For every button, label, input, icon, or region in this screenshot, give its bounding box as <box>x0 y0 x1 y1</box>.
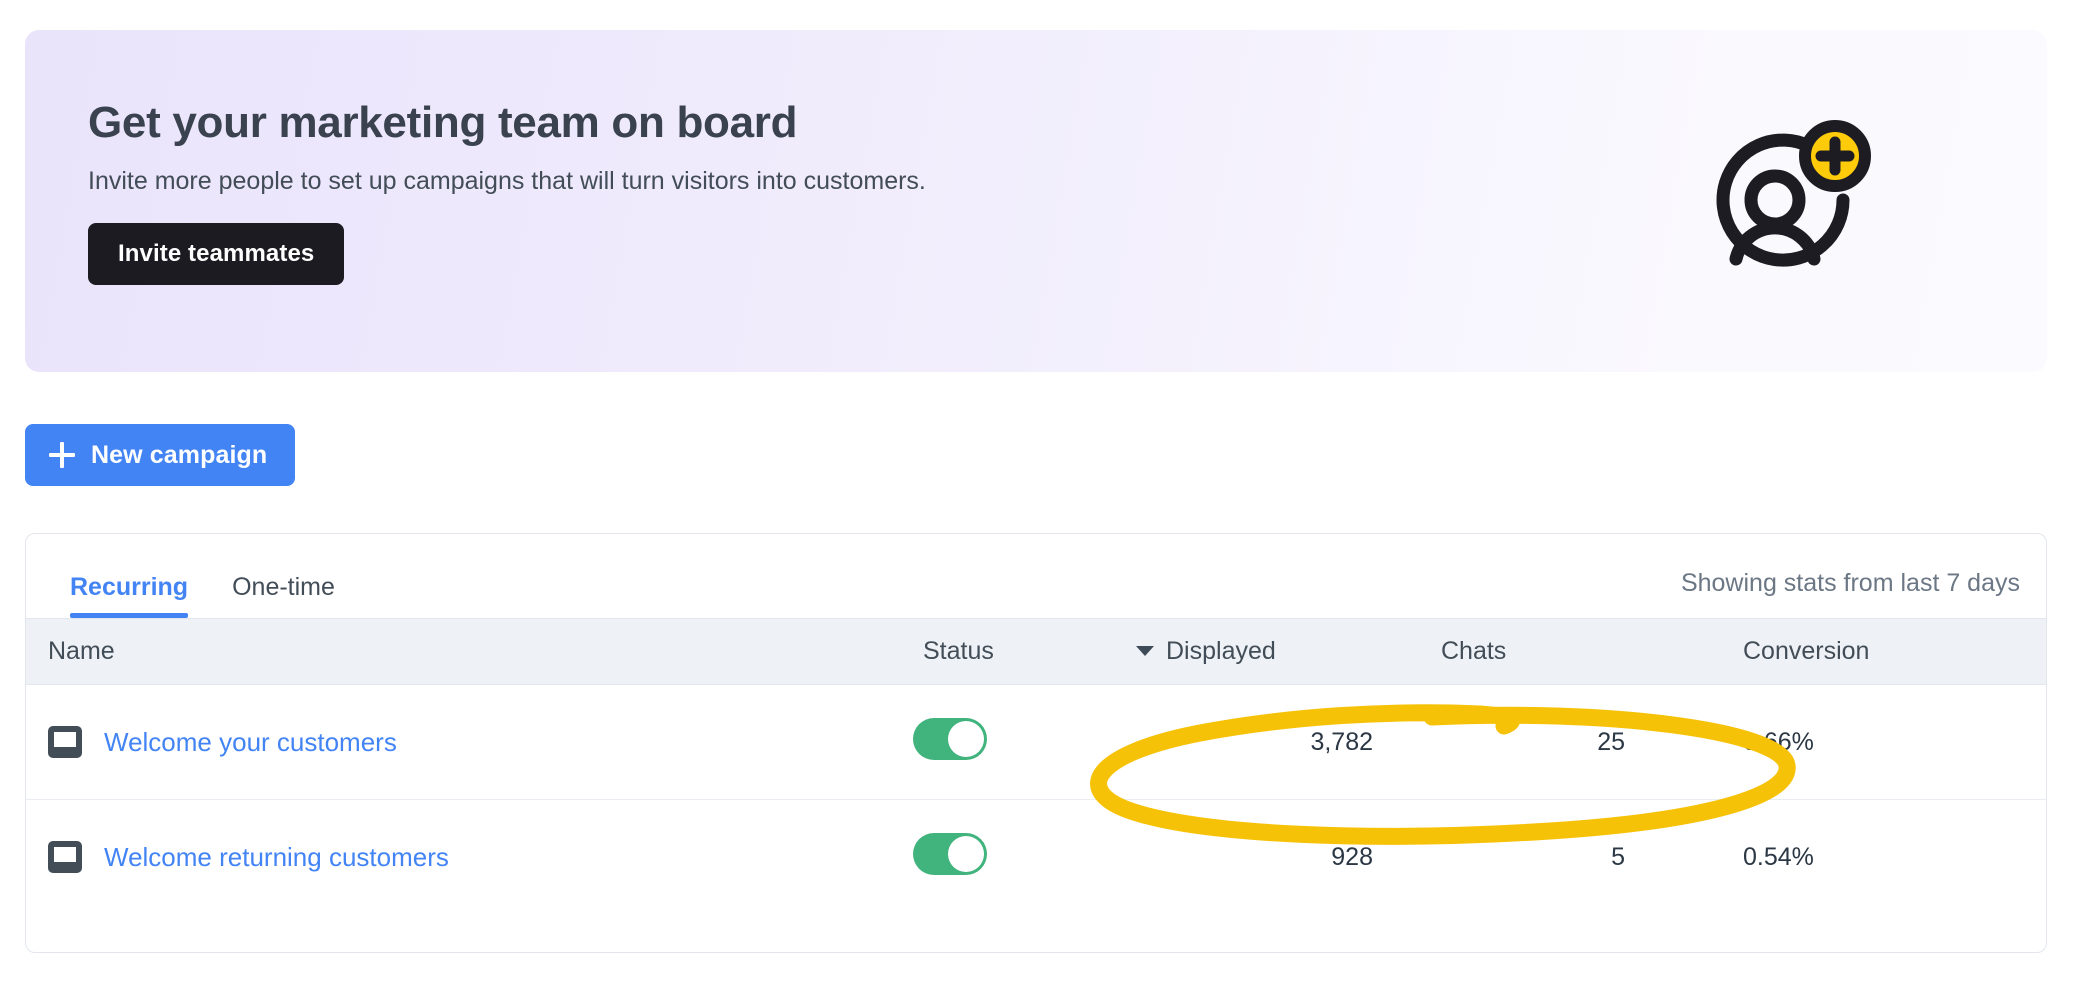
caret-down-icon <box>1136 646 1154 656</box>
campaign-name-cell: Welcome returning customers <box>26 800 921 915</box>
promo-text-block: Get your marketing team on board Invite … <box>88 98 1288 285</box>
campaign-status-cell <box>921 800 1136 915</box>
column-header-displayed[interactable]: Displayed <box>1136 619 1441 685</box>
tab-one-time[interactable]: One-time <box>210 575 357 618</box>
column-header-conversion[interactable]: Conversion <box>1681 619 2046 685</box>
new-campaign-label: New campaign <box>91 441 267 470</box>
campaign-link[interactable]: Welcome returning customers <box>104 842 449 873</box>
campaign-name-cell: Welcome your customers <box>26 685 921 800</box>
add-person-icon <box>1697 118 1877 278</box>
displayed-value: 3,782 <box>1136 685 1441 800</box>
displayed-value: 928 <box>1136 800 1441 915</box>
campaign-link[interactable]: Welcome your customers <box>104 727 397 758</box>
column-header-chats[interactable]: Chats <box>1441 619 1681 685</box>
table-header: Name Status Displayed Chats Conversion <box>26 619 2046 685</box>
campaign-status-cell <box>921 685 1136 800</box>
stats-range-note: Showing stats from last 7 days <box>1681 569 2020 598</box>
column-header-status[interactable]: Status <box>921 619 1136 685</box>
status-toggle[interactable] <box>913 718 987 760</box>
promo-subtitle: Invite more people to set up campaigns t… <box>88 165 1288 198</box>
toggle-knob <box>948 836 984 872</box>
campaigns-page: Get your marketing team on board Invite … <box>0 0 2080 1002</box>
campaigns-card: Recurring One-time Showing stats from la… <box>25 533 2047 953</box>
table-body: Welcome your customers 3,782 25 0.66% We <box>26 685 2046 915</box>
card-topbar: Recurring One-time Showing stats from la… <box>26 534 2046 618</box>
table-header-row: Name Status Displayed Chats Conversion <box>26 619 2046 685</box>
promo-title: Get your marketing team on board <box>88 98 1288 149</box>
column-header-name[interactable]: Name <box>26 619 921 685</box>
chats-value: 25 <box>1441 685 1681 800</box>
table-row[interactable]: Welcome returning customers 928 5 0.54% <box>26 800 2046 915</box>
announcement-bar-icon <box>48 841 82 873</box>
tab-list: Recurring One-time <box>48 575 357 618</box>
plus-icon <box>49 442 75 468</box>
tab-recurring[interactable]: Recurring <box>48 575 210 618</box>
promo-banner: Get your marketing team on board Invite … <box>25 30 2047 372</box>
invite-teammates-button[interactable]: Invite teammates <box>88 223 344 285</box>
announcement-bar-icon <box>48 726 82 758</box>
toggle-knob <box>948 721 984 757</box>
conversion-value: 0.66% <box>1681 685 2046 800</box>
new-campaign-button[interactable]: New campaign <box>25 424 295 486</box>
column-header-displayed-label: Displayed <box>1166 637 1276 665</box>
status-toggle[interactable] <box>913 833 987 875</box>
conversion-value: 0.54% <box>1681 800 2046 915</box>
chats-value: 5 <box>1441 800 1681 915</box>
campaigns-table: Name Status Displayed Chats Conversion W… <box>26 618 2046 915</box>
table-row[interactable]: Welcome your customers 3,782 25 0.66% <box>26 685 2046 800</box>
